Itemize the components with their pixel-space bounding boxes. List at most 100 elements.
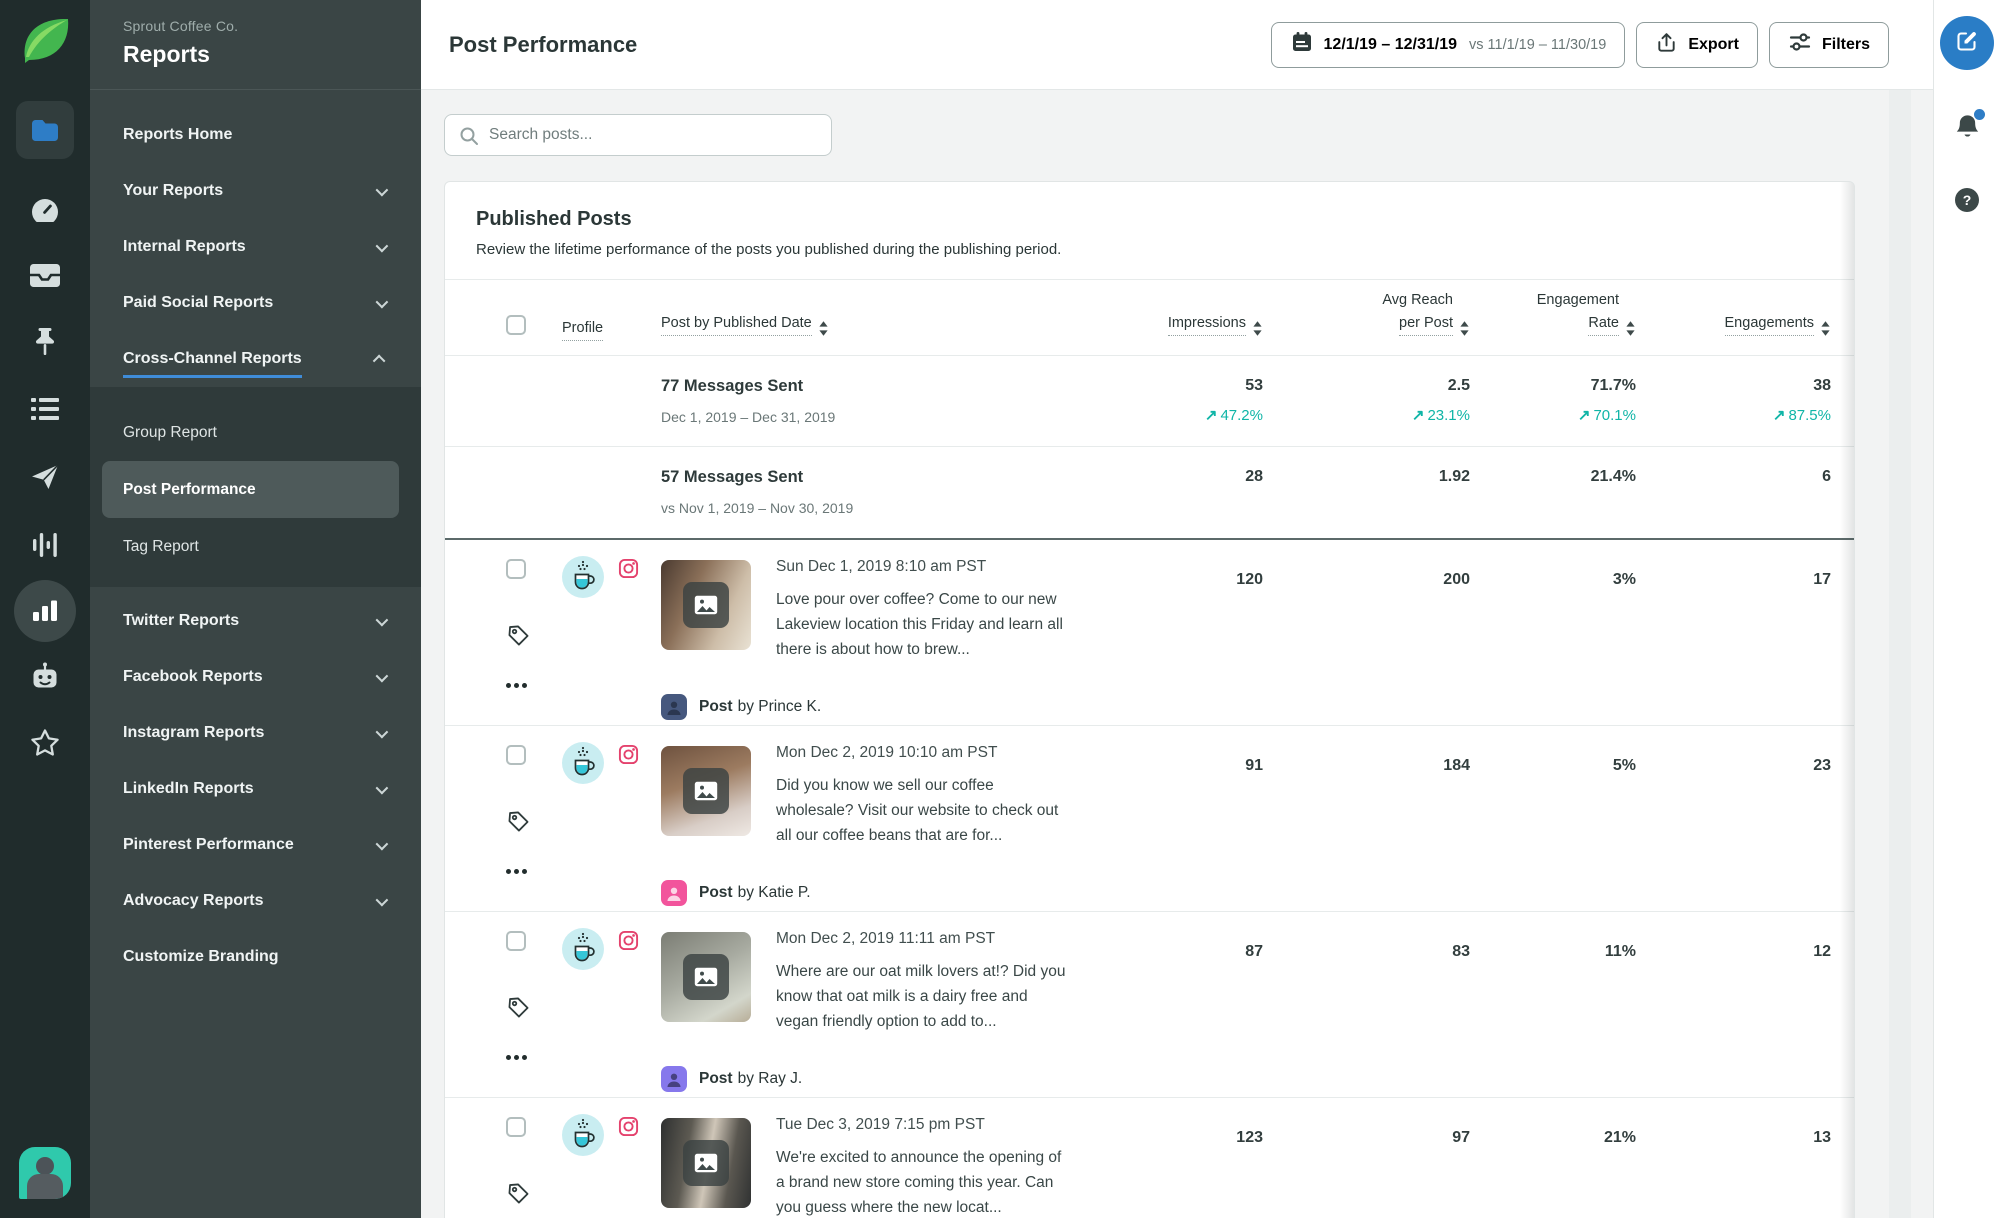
reviews-star-icon[interactable] — [30, 728, 60, 757]
sidebar-item-facebook-reports[interactable]: Facebook Reports — [90, 649, 421, 705]
chevron-down-icon — [375, 893, 389, 906]
engagements-value: 23 — [1813, 757, 1831, 774]
column-header-engagements[interactable]: Engagements — [1724, 315, 1814, 336]
filters-icon — [1788, 30, 1812, 59]
sidebar-item-your-reports[interactable]: Your Reports — [90, 163, 421, 219]
card-description: Review the lifetime performance of the p… — [476, 241, 1062, 258]
summary-subtitle: Dec 1, 2019 – Dec 31, 2019 — [661, 409, 836, 425]
sidebar-item-advocacy-reports[interactable]: Advocacy Reports — [90, 873, 421, 929]
chevron-down-icon — [375, 781, 389, 794]
compose-button[interactable] — [1940, 16, 1994, 70]
post-row: Mon Dec 2, 2019 11:11 am PST Where are o… — [445, 912, 1854, 1098]
search-input[interactable] — [445, 115, 831, 155]
sidebar-item-twitter-reports[interactable]: Twitter Reports — [90, 593, 421, 649]
column-header-profile[interactable]: Profile — [562, 320, 604, 341]
profile-avatar-coffee-icon — [562, 928, 604, 975]
tag-icon[interactable] — [506, 623, 531, 653]
calendar-icon — [1290, 30, 1314, 59]
column-header-post[interactable]: Post by Published Date — [661, 315, 812, 336]
impressions-total: 28 — [1245, 468, 1263, 485]
sort-icon[interactable] — [818, 320, 829, 337]
export-icon — [1655, 31, 1678, 59]
more-options-button[interactable] — [506, 679, 527, 692]
sidebar-item-instagram-reports[interactable]: Instagram Reports — [90, 705, 421, 761]
post-timestamp: Tue Dec 3, 2019 7:15 pm PST — [776, 1116, 985, 1133]
trend-up-icon: ↗ — [1411, 407, 1425, 424]
help-button[interactable]: ? — [1955, 188, 1979, 212]
row-checkbox[interactable] — [506, 931, 526, 951]
post-timestamp: Sun Dec 1, 2019 8:10 am PST — [776, 558, 987, 575]
summary-row-current: 77 Messages Sent Dec 1, 2019 – Dec 31, 2… — [445, 356, 1854, 447]
more-options-button[interactable] — [506, 1051, 527, 1064]
trend-up-icon: ↗ — [1772, 407, 1786, 424]
select-all-checkbox[interactable] — [506, 315, 526, 335]
reports-folder-icon[interactable] — [16, 101, 74, 159]
post-thumbnail[interactable] — [661, 560, 751, 650]
impressions-value: 123 — [1236, 1129, 1263, 1146]
performance-gauge-icon[interactable] — [29, 196, 61, 228]
summary-subtitle: vs Nov 1, 2019 – Nov 30, 2019 — [661, 500, 854, 516]
filters-button[interactable]: Filters — [1768, 21, 1889, 68]
sidebar-item-post-performance[interactable]: Post Performance — [102, 461, 399, 518]
listening-waveform-icon[interactable] — [30, 530, 60, 560]
sidebar-item-pinterest-performance[interactable]: Pinterest Performance — [90, 817, 421, 873]
pinned-icon[interactable] — [31, 326, 59, 358]
post-author: by Ray J. — [737, 1070, 803, 1087]
analytics-bar-chart-icon[interactable] — [14, 580, 76, 642]
company-name: Sprout Coffee Co. — [123, 18, 239, 34]
tag-icon[interactable] — [506, 809, 531, 839]
post-thumbnail[interactable] — [661, 932, 751, 1022]
page-title: Post Performance — [449, 31, 638, 57]
sort-icon[interactable] — [1820, 320, 1831, 337]
date-range-value: 12/1/19 – 12/31/19 — [1323, 35, 1457, 53]
bot-assistant-icon[interactable] — [30, 662, 60, 690]
smart-inbox-icon[interactable] — [29, 262, 61, 289]
summary-title: 57 Messages Sent — [661, 468, 804, 486]
tag-icon[interactable] — [506, 995, 531, 1025]
row-checkbox[interactable] — [506, 1117, 526, 1137]
row-checkbox[interactable] — [506, 559, 526, 579]
table-header-row: Profile Post by Published Date Impressio… — [445, 280, 1854, 356]
date-range-button[interactable]: 12/1/19 – 12/31/19 vs 11/1/19 – 11/30/19 — [1270, 21, 1626, 68]
chevron-down-icon — [375, 183, 389, 196]
compose-pencil-icon — [1955, 29, 1979, 58]
sort-icon[interactable] — [1459, 320, 1470, 337]
engagement-rate-value: 3% — [1612, 571, 1636, 588]
summary-title: 77 Messages Sent — [661, 377, 804, 395]
instagram-icon — [618, 930, 639, 956]
impressions-value: 120 — [1236, 571, 1263, 588]
export-button[interactable]: Export — [1636, 21, 1758, 68]
post-thumbnail[interactable] — [661, 1118, 751, 1208]
trend-up-icon: ↗ — [1577, 407, 1591, 424]
sidebar-item-tag-report[interactable]: Tag Report — [90, 518, 421, 575]
column-header-avg-reach[interactable]: per Post — [1399, 315, 1453, 336]
sidebar-item-linkedin-reports[interactable]: LinkedIn Reports — [90, 761, 421, 817]
trend-up-icon: ↗ — [1204, 407, 1218, 424]
sidebar-item-cross-channel-reports[interactable]: Cross-Channel Reports — [90, 331, 421, 387]
avg-reach-total: 1.92 — [1438, 468, 1470, 485]
user-avatar[interactable] — [19, 1147, 71, 1199]
sort-icon[interactable] — [1252, 320, 1263, 337]
column-header-impressions[interactable]: Impressions — [1167, 315, 1246, 336]
sidebar-item-paid-social-reports[interactable]: Paid Social Reports — [90, 275, 421, 331]
post-timestamp: Mon Dec 2, 2019 11:11 am PST — [776, 930, 996, 947]
chevron-down-icon — [375, 613, 389, 626]
row-checkbox[interactable] — [506, 745, 526, 765]
sidebar-item-internal-reports[interactable]: Internal Reports — [90, 219, 421, 275]
post-byline: Post by Katie P. — [661, 880, 811, 906]
more-options-button[interactable] — [506, 865, 527, 878]
column-header-engagement-rate[interactable]: Rate — [1588, 315, 1619, 336]
post-author: by Prince K. — [737, 698, 822, 715]
avg-reach-value: 200 — [1443, 571, 1470, 588]
tasks-list-icon[interactable] — [30, 396, 60, 422]
sidebar-item-group-report[interactable]: Group Report — [90, 404, 421, 461]
sidebar-item-customize-branding[interactable]: Customize Branding — [90, 929, 421, 985]
post-thumbnail[interactable] — [661, 746, 751, 836]
engagement-rate-value: 5% — [1612, 757, 1636, 774]
impressions-value: 91 — [1245, 757, 1263, 774]
sidebar-item-reports-home[interactable]: Reports Home — [90, 107, 421, 163]
publishing-plane-icon[interactable] — [30, 462, 60, 492]
tag-icon[interactable] — [506, 1181, 531, 1211]
sort-icon[interactable] — [1625, 320, 1636, 337]
notifications-button[interactable] — [1954, 109, 1985, 145]
